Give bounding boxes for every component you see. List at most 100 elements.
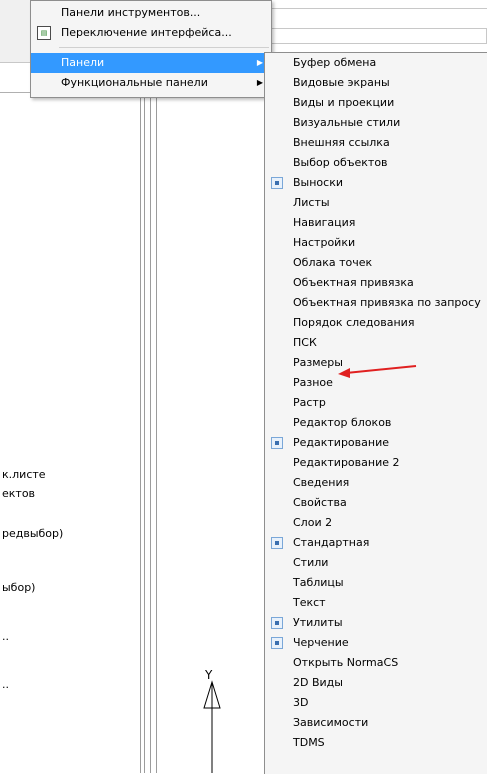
submenu-item-label: Утилиты [293, 616, 343, 629]
submenu-item-label: Визуальные стили [293, 116, 401, 129]
checked-icon [271, 617, 283, 629]
submenu-item[interactable]: Слои 2 [265, 513, 487, 533]
menu-item-label: Переключение интерфейса... [61, 26, 232, 39]
submenu-item[interactable]: Редактирование 2 [265, 453, 487, 473]
toolbar-line [267, 8, 487, 9]
submenu-item-label: Навигация [293, 216, 356, 229]
submenu-item-label: Редактирование 2 [293, 456, 400, 469]
menu-item-toolbars[interactable]: Панели инструментов... [31, 3, 271, 23]
submenu-item[interactable]: Листы [265, 193, 487, 213]
submenu-item[interactable]: Черчение [265, 633, 487, 653]
submenu-item-label: Редактирование [293, 436, 389, 449]
submenu-item-label: Свойства [293, 496, 347, 509]
submenu-item-label: Редактор блоков [293, 416, 392, 429]
submenu-item-label: Зависимости [293, 716, 369, 729]
menu-item-functional-panels[interactable]: Функциональные панели ▶ [31, 73, 271, 93]
submenu-item-label: Слои 2 [293, 516, 333, 529]
submenu-item-label: Текст [293, 596, 326, 609]
menu-item-label: Панели [61, 56, 105, 69]
checked-icon [271, 637, 283, 649]
submenu-item[interactable]: Открыть NormaCS [265, 653, 487, 673]
menu-item-panels[interactable]: Панели ▶ [31, 53, 271, 73]
submenu-item[interactable]: Редактор блоков [265, 413, 487, 433]
submenu-item-label: ПСК [293, 336, 317, 349]
submenu-item[interactable]: Порядок следования [265, 313, 487, 333]
submenu-item-label: 2D Виды [293, 676, 343, 689]
menu-separator [59, 47, 269, 48]
submenu-item[interactable]: Текст [265, 593, 487, 613]
submenu-item-label: Объектная привязка [293, 276, 414, 289]
submenu-item[interactable]: Объектная привязка [265, 273, 487, 293]
submenu-item-label: Выбор объектов [293, 156, 388, 169]
submenu-item-label: Стили [293, 556, 329, 569]
panel-text-6: .. [2, 678, 9, 691]
checked-icon [271, 437, 283, 449]
submenu-item[interactable]: Растр [265, 393, 487, 413]
annotation-arrow-icon [338, 365, 417, 378]
menu-item-interface-switch[interactable]: ▤ Переключение интерфейса... [31, 23, 271, 43]
submenu-item-label: Листы [293, 196, 330, 209]
panels-submenu: Буфер обмена Видовые экраны Виды и проекци… [264, 52, 487, 774]
submenu-item[interactable]: ПСК [265, 333, 487, 353]
submenu-item-label: Выноски [293, 176, 343, 189]
submenu-item-label: Стандартная [293, 536, 370, 549]
submenu-item-label: Разное [293, 376, 333, 389]
submenu-item[interactable]: Таблицы [265, 573, 487, 593]
submenu-item-label: Внешняя ссылка [293, 136, 390, 149]
checked-icon [271, 537, 283, 549]
submenu-item[interactable]: Настройки [265, 233, 487, 253]
ucs-axis-icon [203, 680, 221, 773]
drawing-canvas[interactable] [157, 0, 267, 773]
panel-border-line [140, 92, 141, 773]
submenu-item[interactable]: Зависимости [265, 713, 487, 733]
toolbar-field[interactable] [271, 28, 487, 44]
submenu-item[interactable]: Выбор объектов [265, 153, 487, 173]
submenu-item-label: Облака точек [293, 256, 373, 269]
menu-item-label: Функциональные панели [61, 76, 208, 89]
submenu-item[interactable]: Стили [265, 553, 487, 573]
submenu-item-label: Видовые экраны [293, 76, 390, 89]
submenu-item[interactable]: Внешняя ссылка [265, 133, 487, 153]
panel-text-5: .. [2, 630, 9, 643]
panel-border-line [150, 92, 151, 773]
submenu-item[interactable]: Сведения [265, 473, 487, 493]
submenu-item[interactable]: Облака точек [265, 253, 487, 273]
submenu-item-label: 3D [293, 696, 309, 709]
submenu-item[interactable]: Утилиты [265, 613, 487, 633]
submenu-item[interactable]: 2D Виды [265, 673, 487, 693]
context-menu: Панели инструментов... ▤ Переключение ин… [30, 0, 272, 98]
checked-icon [271, 177, 283, 189]
interface-switch-icon: ▤ [37, 26, 51, 40]
submenu-item[interactable]: Свойства [265, 493, 487, 513]
submenu-item-label: Черчение [293, 636, 349, 649]
panel-text-1: к.листе [2, 468, 46, 481]
panel-text-2: ектов [2, 487, 36, 500]
submenu-item[interactable]: Визуальные стили [265, 113, 487, 133]
submenu-item[interactable]: Объектная привязка по запросу [265, 293, 487, 313]
submenu-item[interactable]: Редактирование [265, 433, 487, 453]
submenu-item[interactable]: Видовые экраны [265, 73, 487, 93]
submenu-item-label: TDMS [293, 736, 325, 749]
submenu-item-label: Таблицы [293, 576, 344, 589]
submenu-item-label: Порядок следования [293, 316, 415, 329]
submenu-item-label: Сведения [293, 476, 350, 489]
submenu-item[interactable]: Виды и проекции [265, 93, 487, 113]
submenu-item[interactable]: Навигация [265, 213, 487, 233]
submenu-item-label: Буфер обмена [293, 56, 377, 69]
panel-border-line [144, 92, 145, 773]
submenu-item[interactable]: 3D [265, 693, 487, 713]
menu-item-label: Панели инструментов... [61, 6, 201, 19]
panel-text-3: редвыбор) [2, 527, 64, 540]
submenu-arrow-icon: ▶ [256, 78, 263, 87]
submenu-item[interactable]: TDMS [265, 733, 487, 753]
submenu-item[interactable]: Стандартная [265, 533, 487, 553]
submenu-item-label: Настройки [293, 236, 356, 249]
submenu-item[interactable]: Выноски [265, 173, 487, 193]
submenu-item-label: Объектная привязка по запросу [293, 296, 481, 309]
submenu-item[interactable]: Буфер обмена [265, 53, 487, 73]
panel-text-4: ыбор) [2, 581, 36, 594]
submenu-item-label: Растр [293, 396, 326, 409]
submenu-arrow-icon: ▶ [256, 58, 263, 67]
properties-panel: к.листе ектов редвыбор) ыбор) .. .. [0, 0, 140, 773]
submenu-item-label: Открыть NormaCS [293, 656, 399, 669]
